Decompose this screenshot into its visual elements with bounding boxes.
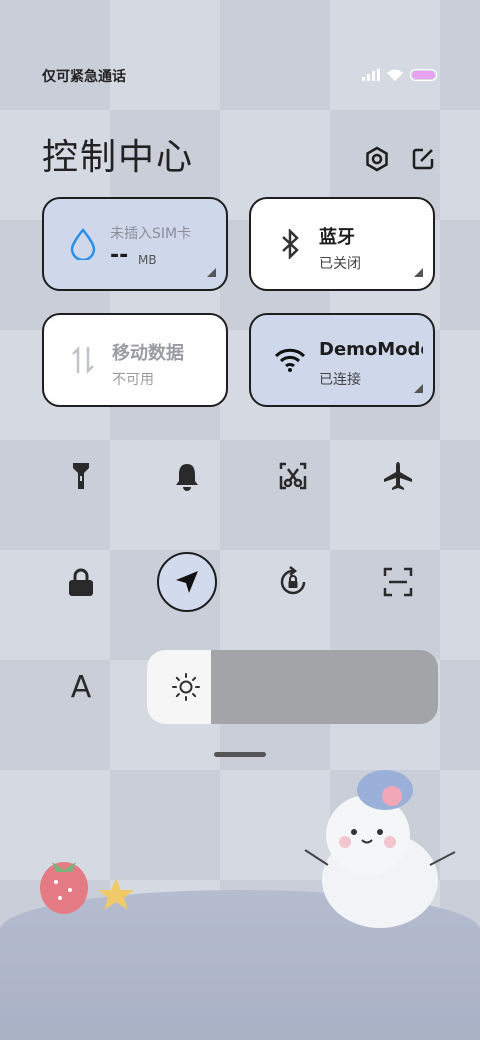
- lock-icon: [69, 568, 93, 596]
- data-usage-value: --: [110, 243, 129, 268]
- screenshot-toggle[interactable]: [263, 446, 323, 506]
- bluetooth-tile[interactable]: 蓝牙 已关闭: [249, 197, 435, 291]
- scissors-icon: [279, 462, 307, 490]
- lock-toggle[interactable]: [51, 552, 111, 612]
- edit-icon: [412, 148, 434, 170]
- page-title: 控制中心: [42, 137, 195, 178]
- expand-corner: [414, 268, 423, 277]
- mobile-data-icon: [66, 343, 100, 377]
- bell-icon: [176, 464, 198, 491]
- flashlight-icon: [73, 463, 89, 489]
- wifi-icon: [273, 343, 307, 377]
- wifi-status: 已连接: [319, 372, 361, 388]
- location-arrow-icon: [176, 571, 198, 593]
- drag-handle[interactable]: [214, 752, 266, 757]
- sim-status-label: 未插入SIM卡: [110, 226, 192, 242]
- data-usage-unit: MB: [138, 253, 157, 267]
- bluetooth-status: 已关闭: [319, 256, 361, 272]
- ring-toggle[interactable]: [157, 446, 217, 506]
- data-usage-tile[interactable]: 未插入SIM卡 -- MB: [42, 197, 228, 291]
- auto-brightness-toggle[interactable]: A: [51, 657, 111, 717]
- flashlight-toggle[interactable]: [51, 446, 111, 506]
- rotation-lock-toggle[interactable]: [263, 552, 323, 612]
- wifi-tile[interactable]: DemoMode 已连接: [249, 313, 435, 407]
- sun-icon: [172, 673, 200, 701]
- mobile-data-status: 不可用: [112, 372, 154, 388]
- bluetooth-title: 蓝牙: [319, 227, 355, 248]
- location-toggle[interactable]: [157, 552, 217, 612]
- battery-icon: [410, 69, 437, 81]
- wifi-network-name: DemoMode: [319, 339, 423, 360]
- snowman-decoration: [304, 770, 456, 928]
- scanner-toggle[interactable]: [368, 552, 428, 612]
- rotate-lock-icon: [280, 566, 306, 595]
- carrier-status: 仅可紧急通话: [42, 69, 126, 85]
- water-drop-icon: [66, 227, 100, 261]
- brightness-slider[interactable]: [147, 650, 438, 724]
- settings-button[interactable]: [362, 144, 392, 174]
- airplane-toggle[interactable]: [368, 446, 428, 506]
- signal-icon: [362, 69, 380, 81]
- airplane-icon: [384, 462, 412, 490]
- scan-icon: [383, 567, 413, 597]
- status-bar: 仅可紧急通话: [42, 66, 438, 86]
- strawberry-decoration: [40, 862, 134, 914]
- wifi-status-icon: [387, 69, 403, 81]
- bluetooth-icon: [273, 227, 307, 261]
- expand-corner: [207, 268, 216, 277]
- gear-icon: [366, 146, 388, 172]
- mobile-data-title: 移动数据: [112, 343, 184, 364]
- edit-button[interactable]: [408, 144, 438, 174]
- expand-corner: [414, 384, 423, 393]
- mobile-data-tile[interactable]: 移动数据 不可用: [42, 313, 228, 407]
